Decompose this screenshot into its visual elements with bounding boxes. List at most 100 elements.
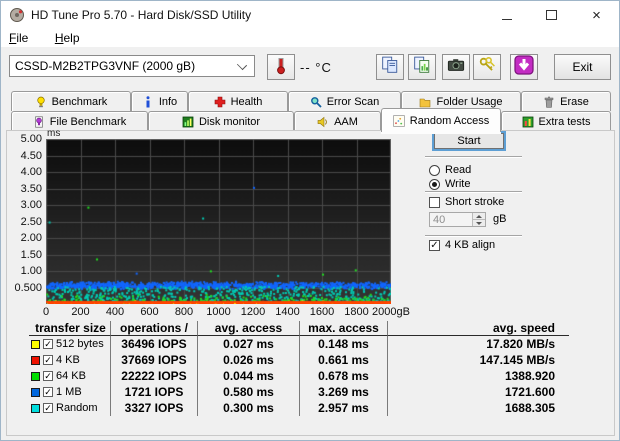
write-radio-row[interactable]: Write [429,178,470,190]
access-time-scatter-chart [46,139,391,304]
transfer-size-label: 1 MB [56,386,82,398]
close-icon: × [592,6,601,24]
camera-icon [447,56,465,79]
table-row-512-bytes: ✓ 512 bytes 36496 IOPS 0.027 ms 0.148 ms 17.8… [29,336,569,352]
info-icon [142,95,154,108]
short-stroke-checkbox[interactable] [429,196,440,208]
drive-select[interactable]: CSSD-M2B2TPG3VNF (2000 gB) [9,55,255,77]
start-button[interactable]: Start [434,133,504,149]
tab-file-benchmark[interactable]: File Benchmark [11,111,148,131]
series-checkbox[interactable]: ✓ [43,387,53,397]
menu-help[interactable]: Help [55,31,80,45]
series-checkbox[interactable]: ✓ [43,355,53,365]
align-row[interactable]: ✓ 4 KB align [429,239,495,251]
avg-access-cell: 0.300 ms [197,400,299,416]
avg-speed-cell: 147.145 MB/s [387,352,569,368]
avg-access-cell: 0.044 ms [197,368,299,384]
table-row-4-kb: ✓ 4 KB 37669 IOPS 0.026 ms 0.661 ms 147.145 M… [29,352,569,368]
align-checkbox[interactable]: ✓ [429,239,440,251]
erase-icon [543,96,555,108]
tab-label: Folder Usage [436,95,503,108]
tab-random-access[interactable]: Random Access [381,108,501,132]
write-radio-label: Write [445,178,471,190]
chevron-down-icon [236,59,248,71]
tab-benchmark[interactable]: Benchmark [11,91,131,111]
series-color-swatch [31,387,40,397]
separator [425,191,522,193]
short-stroke-row[interactable]: Short stroke [429,196,504,208]
avg-access-cell: 0.580 ms [197,384,299,400]
stepper-up-button[interactable] [473,213,485,220]
copy-icon [381,56,399,79]
app-window: HD Tune Pro 5.70 - Hard Disk/SSD Utility… [0,0,620,441]
separator [425,156,522,158]
tab-row-2: File Benchmark Disk monitor AAM Random Acce… [11,108,611,132]
download-icon [514,54,534,80]
window-title: HD Tune Pro 5.70 - Hard Disk/SSD Utility [31,8,252,22]
tab-info[interactable]: Info [131,91,188,111]
stepper-down-button[interactable] [473,220,485,226]
minimize-button[interactable] [484,1,529,29]
align-label: 4 KB align [445,239,496,251]
stepper-buttons [472,213,485,226]
separator [425,235,522,237]
close-button[interactable]: × [574,1,619,29]
tab-erase[interactable]: Erase [521,91,611,111]
avg-access-cell: 0.027 ms [197,336,299,352]
tab-extra-tests[interactable]: Extra tests [501,111,611,131]
y-axis-tick-label: 1.50 [20,248,42,261]
download-button[interactable] [510,54,538,80]
copy-image-button[interactable] [408,54,436,80]
read-radio-label: Read [445,164,472,176]
keys-button[interactable] [473,54,501,80]
y-axis-tick-label: 0.500 [14,281,42,294]
window-controls: × [484,1,619,29]
toolbar: CSSD-M2B2TPG3VNF (2000 gB) -- °C Exit [1,47,619,89]
y-axis-tick-label: 2.00 [20,232,42,244]
aam-icon [317,116,329,128]
series-checkbox[interactable]: ✓ [43,371,53,381]
disk-monitor-icon [182,116,194,128]
tab-aam[interactable]: AAM [294,111,381,131]
menu-file[interactable]: File [9,31,28,45]
max-access-cell: 0.678 ms [299,368,387,384]
tab-label: Disk monitor [198,115,261,128]
keys-icon [478,56,496,79]
arrow-down-icon [476,221,482,225]
write-radio[interactable] [429,178,440,190]
avg-speed-cell: 1721.600 [387,384,569,400]
exit-button[interactable]: Exit [554,54,611,80]
series-checkbox[interactable]: ✓ [43,339,53,349]
column-header: avg. speed [387,321,569,336]
tab-label: Error Scan [326,95,380,108]
max-access-cell: 2.957 ms [299,400,387,416]
read-radio-row[interactable]: Read [429,164,471,176]
tab-label: Health [230,95,263,108]
camera-button[interactable] [442,54,470,80]
read-radio[interactable] [429,164,440,176]
maximize-button[interactable] [529,1,574,29]
short-stroke-size-value: 40 [433,214,446,226]
table-row-1-mb: ✓ 1 MB 1721 IOPS 0.580 ms 3.269 ms 1721.600 [29,384,569,400]
thermometer-icon [275,55,287,80]
tab-row-1: Benchmark Info Health Error Scan Folder Usag… [11,91,611,111]
max-access-cell: 0.148 ms [299,336,387,352]
avg-speed-cell: 17.820 MB/s [387,336,569,352]
short-stroke-size-stepper[interactable]: 40 [429,212,486,227]
y-axis-tick-label: 5.00 [20,133,42,145]
temperature-button[interactable] [267,54,295,80]
y-axis-tick-label: 4.00 [20,166,42,178]
transfer-size-label: 512 bytes [56,338,104,350]
y-axis-tick-label: 3.00 [20,199,42,211]
y-axis-tick-label: 4.50 [20,149,42,162]
series-color-swatch [31,339,40,349]
tab-health[interactable]: Health [188,91,288,111]
operations-cell: 1721 IOPS [110,384,197,400]
tab-label: Benchmark [51,95,108,108]
tab-disk-monitor[interactable]: Disk monitor [148,111,294,131]
column-header: transfer size [29,321,110,336]
series-checkbox[interactable]: ✓ [43,403,53,413]
minimize-icon [501,18,512,20]
random-access-icon [393,114,405,127]
copy-button[interactable] [376,54,404,80]
